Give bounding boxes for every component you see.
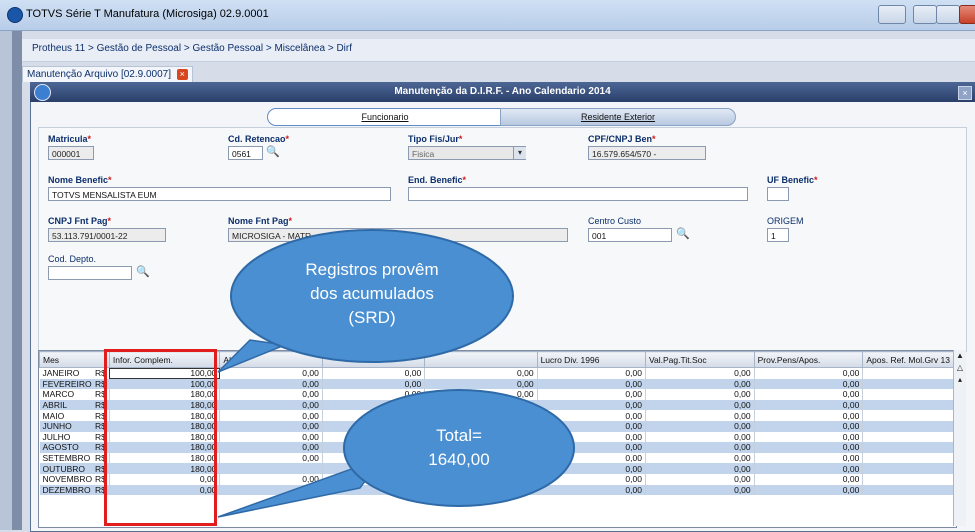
callout-top-line: (SRD) — [348, 308, 396, 327]
callout-top-line: Registros provêm — [305, 260, 439, 279]
callout-bottom-line: 1640,00 — [428, 450, 490, 469]
callout-top-text: Registros provêm dos acumulados (SRD) — [232, 258, 512, 330]
callout-top-line: dos acumulados — [310, 284, 434, 303]
callout-bottom-text: Total= 1640,00 — [345, 424, 573, 472]
callout-bottom-line: Total= — [436, 426, 482, 445]
